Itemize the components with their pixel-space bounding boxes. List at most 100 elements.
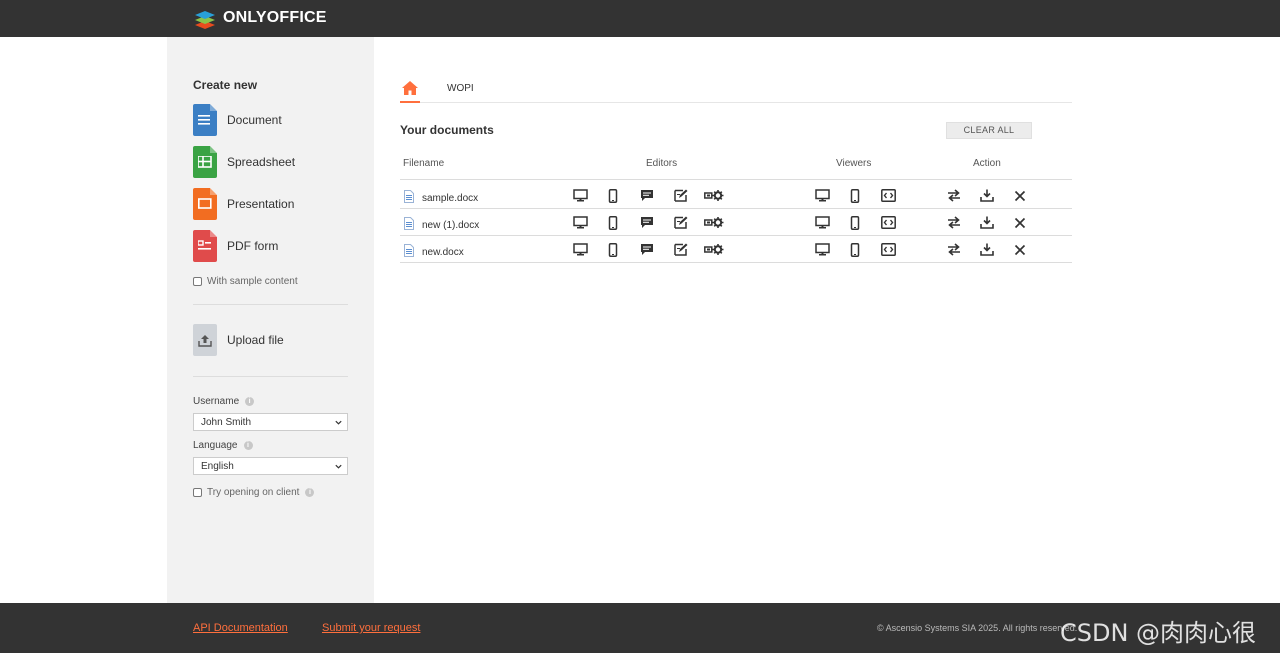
sidebar-divider xyxy=(193,304,348,305)
create-spreadsheet-label: Spreadsheet xyxy=(227,155,296,169)
convert-icon[interactable] xyxy=(947,189,961,207)
delete-icon[interactable] xyxy=(1014,243,1026,261)
download-icon[interactable] xyxy=(980,189,994,207)
column-header-editors: Editors xyxy=(646,158,678,169)
delete-icon[interactable] xyxy=(1014,189,1026,207)
spreadsheet-icon xyxy=(193,146,217,178)
onlyoffice-logo[interactable]: ONLYOFFICE xyxy=(193,6,327,30)
table-row: new (1).docx xyxy=(400,209,1072,236)
api-documentation-link[interactable]: API Documentation xyxy=(193,622,288,634)
watermark-text: CSDN @肉肉心很软 xyxy=(1060,619,1257,647)
with-sample-content-checkbox[interactable]: With sample content xyxy=(193,276,298,287)
column-header-action: Action xyxy=(973,158,1001,169)
submit-request-link[interactable]: Submit your request xyxy=(322,622,420,634)
sidebar-divider xyxy=(193,376,348,377)
embedded-view-icon[interactable] xyxy=(881,189,896,207)
fill-form-icon[interactable] xyxy=(704,243,724,261)
convert-icon[interactable] xyxy=(947,243,961,261)
file-link[interactable]: new (1).docx xyxy=(404,217,479,233)
download-icon[interactable] xyxy=(980,243,994,261)
upload-file-label: Upload file xyxy=(227,333,284,347)
create-presentation-label: Presentation xyxy=(227,197,295,211)
with-sample-content-label: With sample content xyxy=(207,276,298,287)
checkbox-box[interactable] xyxy=(193,488,202,497)
table-row: new.docx xyxy=(400,236,1072,263)
mobile-view-icon[interactable] xyxy=(849,189,861,208)
document-icon xyxy=(193,104,217,136)
try-opening-on-client-label: Try opening on client xyxy=(207,487,300,498)
logo-text: ONLYOFFICE xyxy=(223,9,327,26)
info-icon[interactable]: i xyxy=(245,397,255,406)
username-label: Username xyxy=(193,396,240,407)
top-bar: ONLYOFFICE xyxy=(0,0,1280,37)
create-presentation-button[interactable]: Presentation xyxy=(193,188,294,220)
upload-file-button[interactable]: Upload file xyxy=(193,324,284,356)
fill-form-icon[interactable] xyxy=(704,216,724,234)
comment-icon[interactable] xyxy=(640,216,654,234)
filename-text: sample.docx xyxy=(422,192,479,204)
create-document-label: Document xyxy=(227,113,282,127)
embedded-view-icon[interactable] xyxy=(881,216,896,234)
create-new-title: Create new xyxy=(193,78,258,92)
table-header-divider xyxy=(400,179,1072,180)
column-header-filename: Filename xyxy=(403,158,445,169)
file-link[interactable]: sample.docx xyxy=(404,190,478,206)
username-select[interactable]: John Smith xyxy=(193,413,348,431)
chevron-down-icon xyxy=(335,420,342,425)
review-icon[interactable] xyxy=(674,216,688,234)
mobile-icon[interactable] xyxy=(607,216,619,235)
create-spreadsheet-button[interactable]: Spreadsheet xyxy=(193,146,295,178)
docx-file-icon xyxy=(404,244,414,260)
column-header-viewers: Viewers xyxy=(836,158,872,169)
language-select[interactable]: English xyxy=(193,457,348,475)
try-opening-on-client-checkbox[interactable]: Try opening on client i xyxy=(193,487,315,498)
convert-icon[interactable] xyxy=(947,216,961,234)
your-documents-title: Your documents xyxy=(400,123,494,137)
chevron-down-icon xyxy=(335,464,342,469)
desktop-view-icon[interactable] xyxy=(815,243,830,261)
pdf-form-icon xyxy=(193,230,217,262)
info-icon[interactable]: i xyxy=(243,441,253,450)
desktop-icon[interactable] xyxy=(573,189,588,207)
mobile-view-icon[interactable] xyxy=(849,243,861,262)
review-icon[interactable] xyxy=(674,189,688,207)
mobile-icon[interactable] xyxy=(607,189,619,208)
docx-file-icon xyxy=(404,217,414,233)
sidebar: Create new Document Spreadsheet Presenta… xyxy=(167,37,374,603)
presentation-icon xyxy=(193,188,217,220)
desktop-view-icon[interactable] xyxy=(815,189,830,207)
upload-icon xyxy=(193,324,217,356)
mobile-view-icon[interactable] xyxy=(849,216,861,235)
create-document-button[interactable]: Document xyxy=(193,104,282,136)
language-label: Language xyxy=(193,440,238,451)
username-label-row: Username i xyxy=(193,396,255,407)
embedded-view-icon[interactable] xyxy=(881,243,896,261)
desktop-icon[interactable] xyxy=(573,243,588,261)
tab-home[interactable] xyxy=(400,78,420,103)
table-row: sample.docx xyxy=(400,182,1072,209)
review-icon[interactable] xyxy=(674,243,688,261)
desktop-icon[interactable] xyxy=(573,216,588,234)
desktop-view-icon[interactable] xyxy=(815,216,830,234)
create-pdf-form-button[interactable]: PDF form xyxy=(193,230,278,262)
comment-icon[interactable] xyxy=(640,189,654,207)
mobile-icon[interactable] xyxy=(607,243,619,262)
delete-icon[interactable] xyxy=(1014,216,1026,234)
fill-form-icon[interactable] xyxy=(704,189,724,207)
comment-icon[interactable] xyxy=(640,243,654,261)
download-icon[interactable] xyxy=(980,216,994,234)
tab-bar: WOPI xyxy=(400,78,1072,103)
language-label-row: Language i xyxy=(193,440,253,451)
filename-text: new.docx xyxy=(422,246,464,258)
footer: API Documentation Submit your request © … xyxy=(0,603,1280,653)
onlyoffice-logo-icon xyxy=(195,11,215,29)
info-icon[interactable]: i xyxy=(305,488,315,497)
filename-text: new (1).docx xyxy=(422,219,480,231)
docx-file-icon xyxy=(404,190,414,206)
create-pdf-form-label: PDF form xyxy=(227,239,279,253)
file-link[interactable]: new.docx xyxy=(404,244,464,260)
home-icon xyxy=(402,81,418,95)
checkbox-box[interactable] xyxy=(193,277,202,286)
clear-all-button[interactable]: CLEAR ALL xyxy=(946,122,1032,139)
tab-wopi[interactable]: WOPI xyxy=(447,83,474,94)
